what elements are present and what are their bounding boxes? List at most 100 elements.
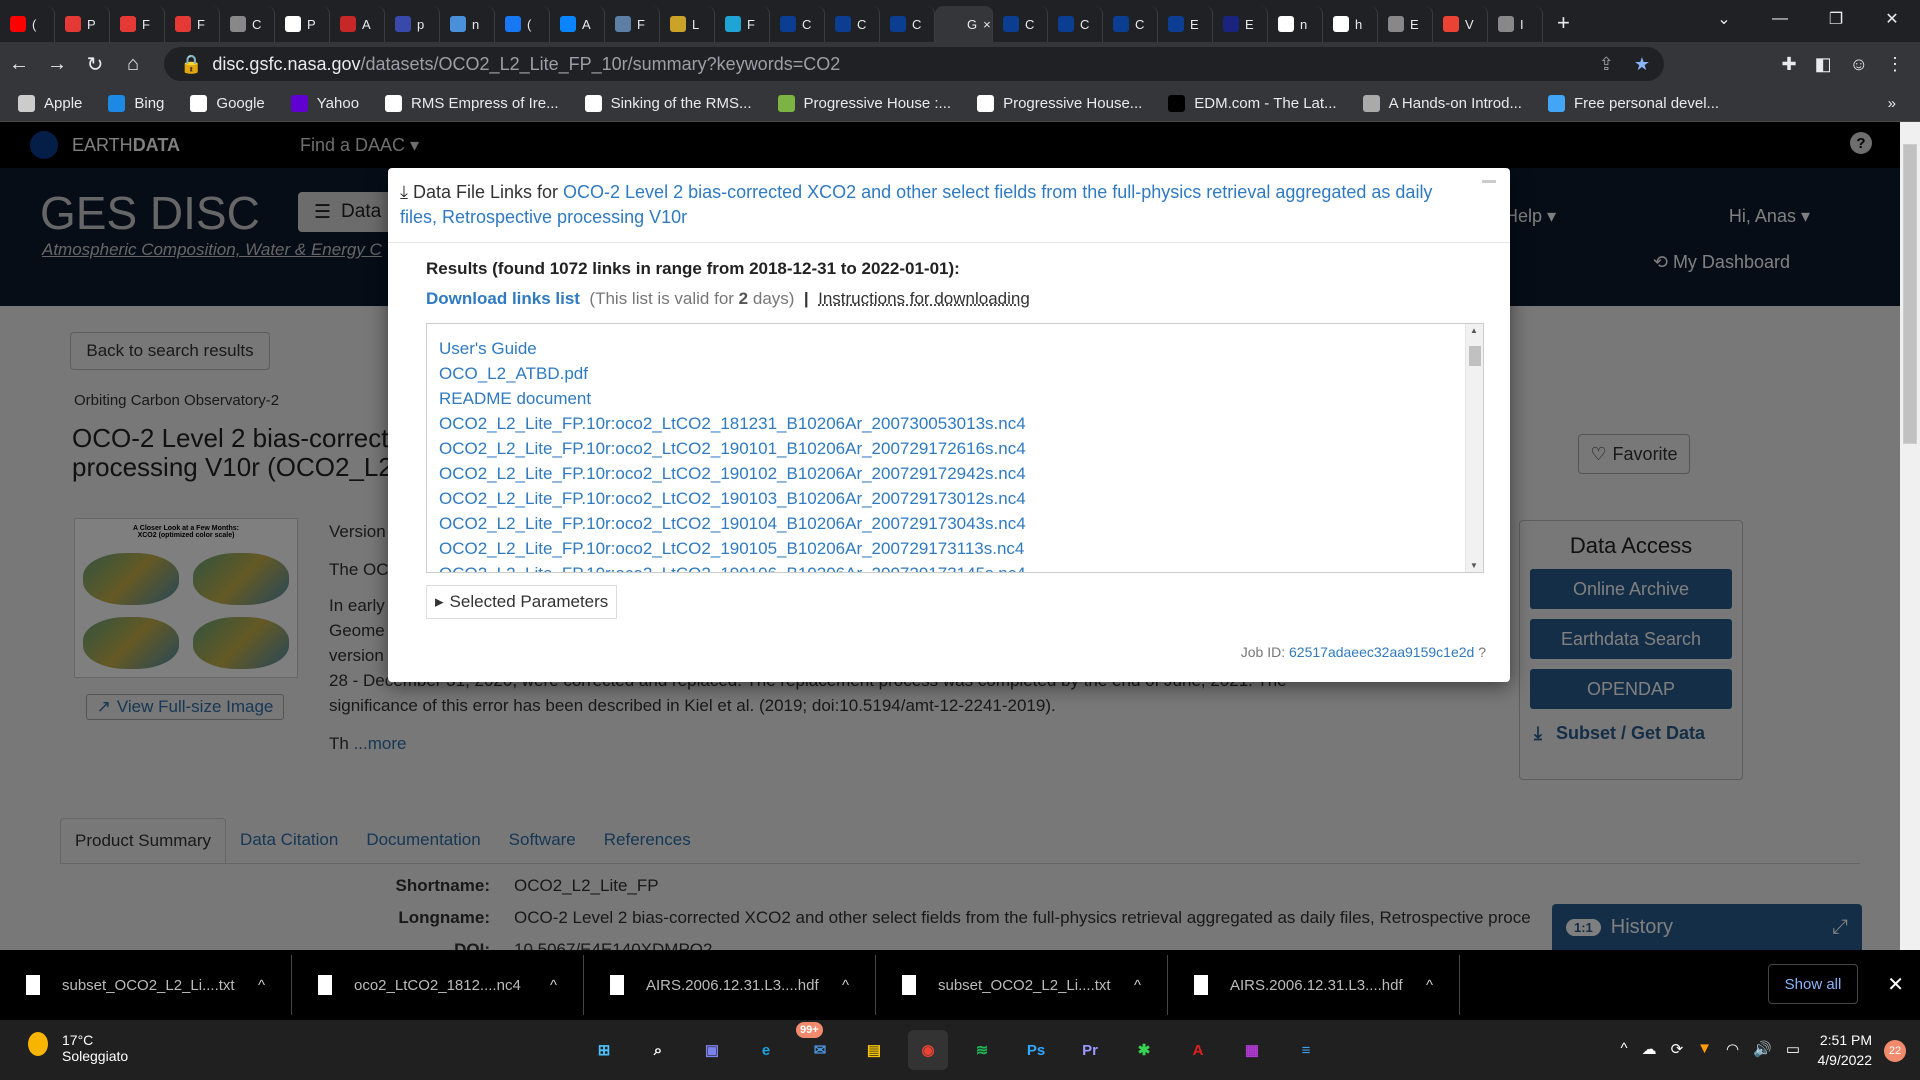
photoshop-icon[interactable]: Ps (1016, 1030, 1056, 1070)
links-scrollbar[interactable]: ▲ ▼ (1465, 324, 1483, 572)
weather-widget[interactable]: 17°C Soleggiato (28, 1032, 128, 1064)
chevron-up-icon[interactable]: ^ (550, 977, 557, 994)
browser-tab[interactable]: ( (495, 6, 550, 42)
vlc-icon[interactable]: ▼ (1697, 1040, 1712, 1058)
tab-search-icon[interactable]: ⌄ (1696, 0, 1752, 38)
browser-tab[interactable]: C (1103, 6, 1158, 42)
mail-icon[interactable]: ✉ 99+ (796, 1022, 840, 1070)
start-icon[interactable]: ⊞ (584, 1030, 624, 1070)
bookmark[interactable]: Sinking of the RMS... (584, 95, 752, 112)
bookmark[interactable]: Yahoo (290, 95, 359, 112)
download-links-list[interactable]: Download links list (426, 289, 580, 308)
chevron-up-icon[interactable]: ^ (1621, 1040, 1628, 1058)
chevron-up-icon[interactable]: ^ (1134, 977, 1141, 994)
file-link[interactable]: OCO2_L2_Lite_FP.10r:oco2_LtCO2_190104_B1… (439, 511, 1483, 536)
forward-icon[interactable]: → (38, 53, 76, 76)
teams-icon[interactable]: ▣ (692, 1030, 732, 1070)
bookmark[interactable]: Apple (18, 95, 82, 112)
more-bookmarks-icon[interactable]: » (1888, 95, 1896, 112)
clock[interactable]: 2:51 PM 4/9/2022 (1818, 1030, 1873, 1070)
explorer-icon[interactable]: ▤ (854, 1030, 894, 1070)
browser-tab[interactable]: C (993, 6, 1048, 42)
chevron-up-icon[interactable]: ^ (1426, 977, 1433, 994)
download-item[interactable]: oco2_LtCO2_1812....nc4 ^ (292, 955, 584, 1015)
bookmark[interactable]: Progressive House... (977, 95, 1142, 112)
bookmark[interactable]: Bing (108, 95, 164, 112)
address-bar[interactable]: 🔒 disc.gsfc.nasa.gov /datasets/OCO2_L2_L… (164, 47, 1664, 81)
file-link[interactable]: OCO_L2_ATBD.pdf (439, 361, 1483, 386)
bookmark[interactable]: EDM.com - The Lat... (1168, 95, 1337, 112)
file-link[interactable]: User's Guide (439, 336, 1483, 361)
download-item[interactable]: subset_OCO2_L2_Li....txt ^ (876, 955, 1168, 1015)
chevron-up-icon[interactable]: ^ (842, 977, 849, 994)
close-tab-icon[interactable]: × (983, 17, 991, 32)
extensions-icon[interactable]: ✚ (1782, 54, 1797, 75)
home-icon[interactable]: ⌂ (114, 53, 152, 76)
cloud-icon[interactable]: ☁ (1642, 1040, 1657, 1058)
close-downloads-icon[interactable]: ✕ (1887, 972, 1904, 997)
bookmark[interactable]: RMS Empress of Ire... (385, 95, 559, 112)
browser-tab[interactable]: F (110, 6, 165, 42)
spotify-icon[interactable]: ≋ (962, 1030, 1002, 1070)
instructions-link[interactable]: Instructions for downloading (818, 289, 1030, 308)
browser-tab[interactable]: L (660, 6, 715, 42)
browser-tab[interactable]: p (385, 6, 440, 42)
file-link[interactable]: OCO2_L2_Lite_FP.10r:oco2_LtCO2_190105_B1… (439, 536, 1483, 561)
download-item[interactable]: AIRS.2006.12.31.L3....hdf ^ (1168, 955, 1460, 1015)
browser-tab[interactable]: F (715, 6, 770, 42)
browser-tab[interactable]: F (605, 6, 660, 42)
bookmark[interactable]: A Hands-on Introd... (1362, 95, 1522, 112)
file-link[interactable]: OCO2_L2_Lite_FP.10r:oco2_LtCO2_190102_B1… (439, 461, 1483, 486)
browser-tab[interactable]: F (165, 6, 220, 42)
browser-tab[interactable]: I (1488, 6, 1543, 42)
download-item[interactable]: AIRS.2006.12.31.L3....hdf ^ (584, 955, 876, 1015)
question-icon[interactable]: ? (1478, 644, 1486, 660)
file-link[interactable]: OCO2_L2_Lite_FP.10r:oco2_LtCO2_190101_B1… (439, 436, 1483, 461)
file-link[interactable]: OCO2_L2_Lite_FP.10r:oco2_LtCO2_181231_B1… (439, 411, 1483, 436)
browser-tab[interactable]: C (220, 6, 275, 42)
notepad-icon[interactable]: ≡ (1286, 1030, 1326, 1070)
chrome-icon[interactable]: ◉ (908, 1030, 948, 1070)
side-panel-icon[interactable]: ◧ (1815, 54, 1832, 75)
page-scrollbar[interactable] (1900, 122, 1920, 950)
acrobat-icon[interactable]: A (1178, 1030, 1218, 1070)
battery-icon[interactable]: ▭ (1786, 1040, 1800, 1058)
bookmark-star-icon[interactable]: ★ (1634, 54, 1650, 75)
new-tab-button[interactable]: + (1543, 10, 1584, 42)
close-window-button[interactable]: ✕ (1864, 0, 1920, 38)
profile-avatar[interactable]: ☺ (1850, 54, 1868, 75)
show-all-button[interactable]: Show all (1768, 964, 1858, 1004)
browser-tab[interactable]: G × (935, 6, 993, 42)
bookmark[interactable]: Free personal devel... (1547, 95, 1719, 112)
search-icon[interactable]: ⌕ (638, 1030, 678, 1070)
browser-tab[interactable]: C (1048, 6, 1103, 42)
browser-tab[interactable]: n (440, 6, 495, 42)
browser-tab[interactable]: C (880, 6, 935, 42)
share-icon[interactable]: ⇪ (1599, 54, 1614, 75)
restore-button[interactable]: ❐ (1808, 0, 1864, 38)
file-link[interactable]: OCO2_L2_Lite_FP.10r:oco2_LtCO2_190106_B1… (439, 561, 1483, 572)
browser-tab[interactable]: n (1268, 6, 1323, 42)
browser-tab[interactable]: A (550, 6, 605, 42)
browser-tab[interactable]: E (1378, 6, 1433, 42)
premiere-icon[interactable]: Pr (1070, 1030, 1110, 1070)
download-item[interactable]: subset_OCO2_L2_Li....txt ^ (0, 955, 292, 1015)
reload-icon[interactable]: ↻ (76, 52, 114, 77)
browser-tab[interactable]: E (1213, 6, 1268, 42)
bookmark[interactable]: Google (190, 95, 265, 112)
browser-tab[interactable]: C (770, 6, 825, 42)
browser-tab[interactable]: E (1158, 6, 1213, 42)
browser-tab[interactable]: ( (0, 6, 55, 42)
menu-kebab-icon[interactable]: ⋮ (1886, 54, 1904, 75)
browser-tab[interactable]: h (1323, 6, 1378, 42)
edge-icon[interactable]: e (746, 1030, 786, 1070)
browser-tab[interactable]: C (825, 6, 880, 42)
minimize-button[interactable]: — (1752, 0, 1808, 38)
browser-tab[interactable]: P (275, 6, 330, 42)
minimize-modal-icon[interactable] (1482, 180, 1496, 183)
selected-parameters-toggle[interactable]: ▸ Selected Parameters (426, 585, 618, 619)
chevron-up-icon[interactable]: ^ (258, 977, 265, 994)
file-link[interactable]: README document (439, 386, 1483, 411)
bookmark[interactable]: Progressive House :... (777, 95, 951, 112)
browser-tab[interactable]: P (55, 6, 110, 42)
